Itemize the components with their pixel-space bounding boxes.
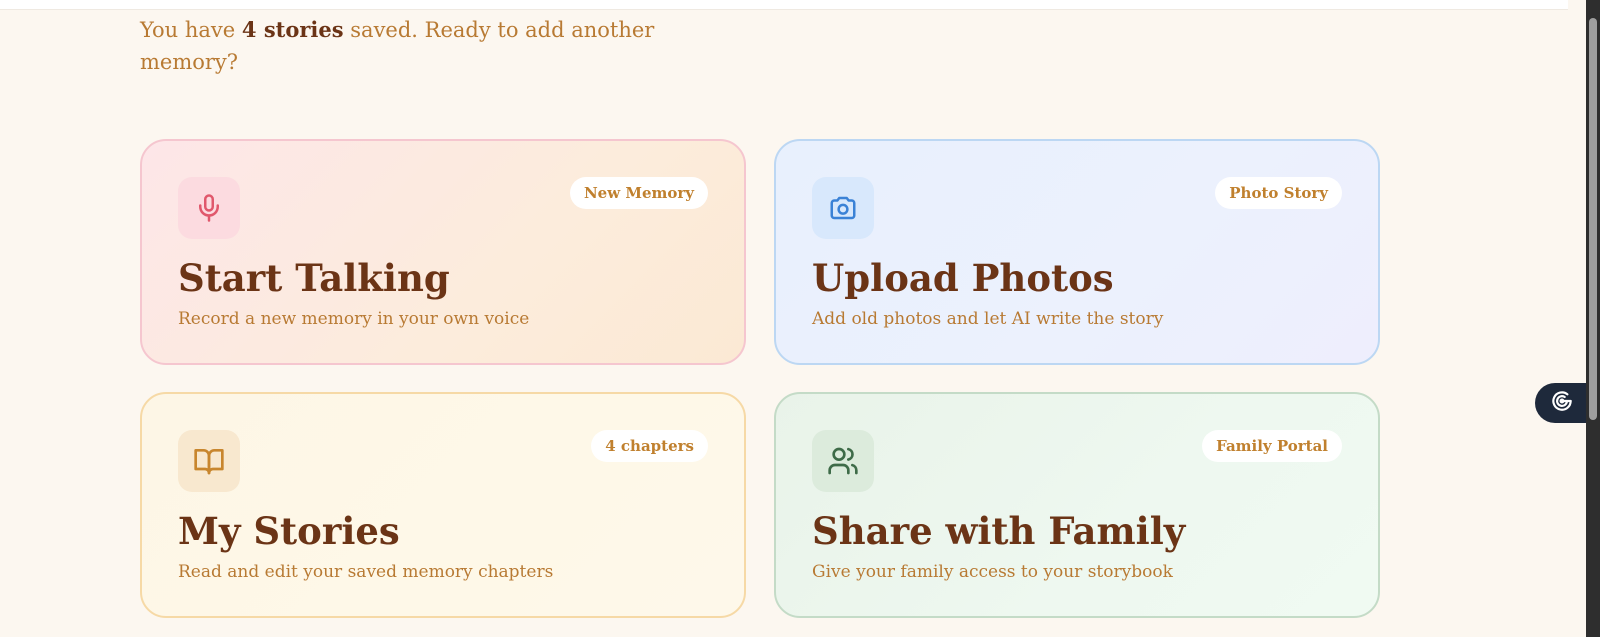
intro-text: You have 4 stories saved. Ready to add a…: [140, 14, 660, 78]
share-with-family-card[interactable]: Family Portal Share with Family Give you…: [774, 392, 1380, 618]
assistant-icon: [1549, 388, 1575, 418]
book-icon: [178, 430, 240, 492]
intro-prefix: You have: [140, 18, 242, 42]
scrollbar-thumb[interactable]: [1589, 18, 1597, 420]
vertical-scrollbar[interactable]: [1586, 0, 1600, 637]
start-talking-title: Start Talking: [178, 256, 450, 300]
my-stories-card[interactable]: 4 chapters My Stories Read and edit your…: [140, 392, 746, 618]
camera-icon: [812, 177, 874, 239]
my-stories-description: Read and edit your saved memory chapters: [178, 562, 554, 582]
upload-photos-description: Add old photos and let AI write the stor…: [812, 309, 1164, 329]
start-talking-description: Record a new memory in your own voice: [178, 309, 530, 329]
story-count: 4 stories: [241, 17, 344, 42]
photo-story-badge: Photo Story: [1215, 177, 1342, 209]
my-stories-title: My Stories: [178, 509, 400, 553]
family-portal-badge: Family Portal: [1202, 430, 1342, 462]
chapters-badge: 4 chapters: [591, 430, 708, 462]
new-memory-badge: New Memory: [569, 177, 708, 209]
users-icon: [812, 430, 874, 492]
upload-photos-title: Upload Photos: [812, 256, 1114, 300]
microphone-icon: [178, 177, 240, 239]
assistant-side-button[interactable]: [1535, 383, 1588, 423]
start-talking-card[interactable]: New Memory Start Talking Record a new me…: [140, 139, 746, 365]
share-with-family-description: Give your family access to your storyboo…: [812, 562, 1173, 582]
upload-photos-card[interactable]: Photo Story Upload Photos Add old photos…: [774, 139, 1380, 365]
top-bar: [0, 0, 1568, 10]
share-with-family-title: Share with Family: [812, 509, 1186, 553]
